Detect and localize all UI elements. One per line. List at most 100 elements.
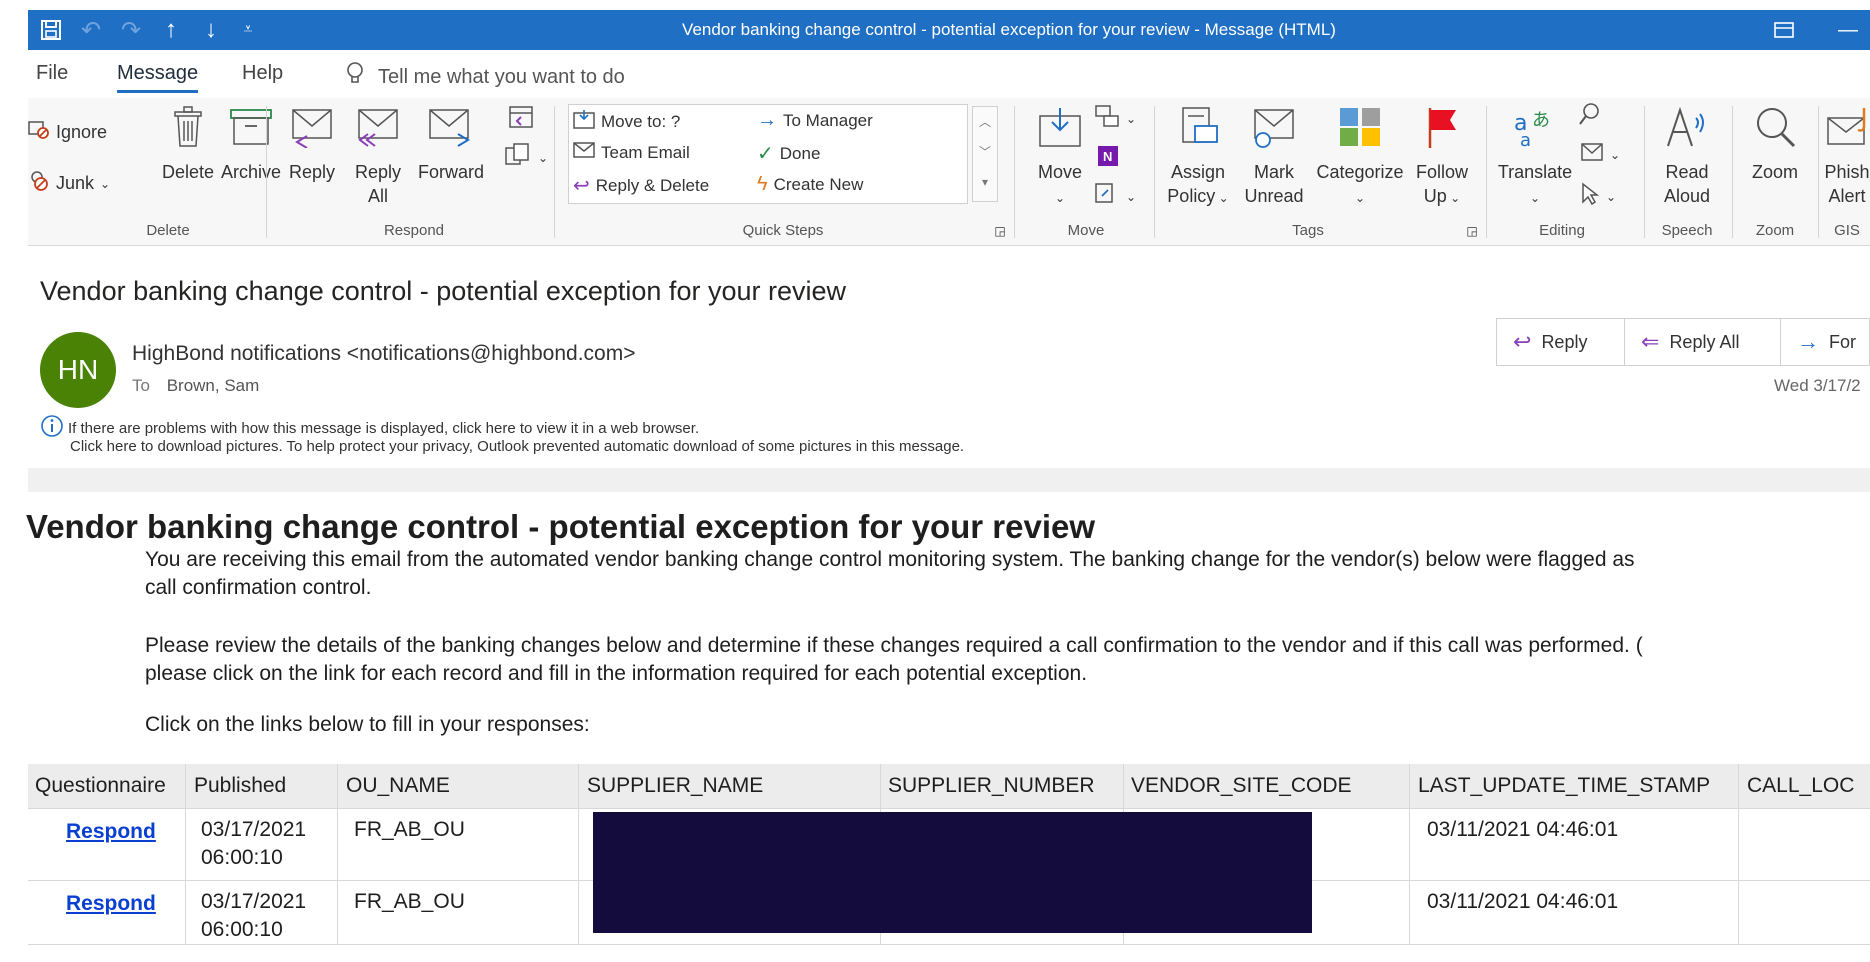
tell-me-search[interactable]: Tell me what you want to do (346, 62, 625, 92)
svg-text:N: N (1103, 149, 1112, 164)
find-button[interactable] (1578, 102, 1602, 131)
restore-ribbon-icon[interactable] (1764, 10, 1804, 50)
related-envelope-icon (1580, 142, 1604, 167)
window-title: Vendor banking change control - potentia… (682, 20, 1336, 39)
forward-button[interactable]: Forward (410, 106, 492, 184)
column-divider (1738, 764, 1739, 944)
avatar[interactable]: HN (40, 332, 116, 408)
respond-link[interactable]: Respond (66, 818, 156, 846)
quick-step-reply-delete[interactable]: ↩ Reply & Delete (573, 173, 709, 198)
tab-message[interactable]: Message (117, 62, 199, 93)
expand-gallery-icon[interactable]: ▾ (973, 167, 997, 197)
archive-button[interactable]: Archive (216, 106, 286, 184)
quick-step-team-email[interactable]: Team Email (573, 141, 690, 164)
tab-file[interactable]: File (36, 62, 68, 85)
column-header: SUPPLIER_NAME (587, 774, 764, 797)
published-cell: 03/17/2021 06:00:10 (201, 818, 307, 869)
onenote-icon: N (1096, 144, 1120, 173)
received-date: Wed 3/17/2 (1774, 376, 1861, 395)
chevron-down-icon: ⌄ (1606, 189, 1617, 204)
ribbon-separator (1644, 106, 1645, 238)
column-header: Published (194, 774, 287, 797)
move-folder-icon (1028, 106, 1092, 154)
minimize-button[interactable]: — (1828, 10, 1868, 50)
chevron-down-icon: ⌄ (1610, 147, 1621, 162)
group-label-tags: Tags (1292, 222, 1324, 239)
header-forward-button[interactable]: → For (1781, 319, 1869, 365)
chevron-down-icon: ⌄ (1529, 191, 1541, 205)
chevron-down-icon: ⌄ (538, 150, 549, 165)
column-header: SUPPLIER_NUMBER (888, 774, 1095, 797)
dialog-launcher-icon[interactable]: ◲ (992, 224, 1008, 238)
header-reply-button[interactable]: ↩ Reply (1497, 319, 1625, 365)
actions-button[interactable]: ⌄ (1094, 182, 1136, 211)
ribbon-separator (1818, 106, 1819, 238)
reply-button[interactable]: Reply (280, 106, 344, 184)
policy-icon (1164, 106, 1232, 154)
recipient-line: To Brown, Sam (132, 376, 259, 396)
body-paragraph-1: You are receiving this email from the au… (145, 548, 1635, 599)
zoom-button[interactable]: Zoom (1742, 106, 1808, 184)
quick-step-to-manager[interactable]: → To Manager (757, 109, 873, 132)
svg-text:a: a (1520, 130, 1531, 148)
published-cell: 03/17/2021 06:00:10 (201, 890, 307, 941)
recipient-name[interactable]: Brown, Sam (167, 376, 260, 395)
meeting-icon[interactable] (504, 102, 538, 136)
group-label-move: Move (1067, 222, 1105, 239)
select-button[interactable]: ⌄ (1580, 182, 1616, 211)
read-aloud-button[interactable]: Read Aloud (1654, 106, 1720, 208)
quick-step-move-to[interactable]: Move to: ? (573, 109, 680, 134)
column-header: LAST_UPDATE_TIME_STAMP (1418, 774, 1711, 797)
chevron-down-icon: ⌄ (1126, 189, 1137, 204)
read-aloud-icon (1654, 106, 1720, 154)
info-text-pictures[interactable]: Click here to download pictures. To help… (70, 438, 964, 455)
junk-button[interactable]: Junk ⌄ (28, 170, 110, 197)
quick-step-done[interactable]: ✓ Done (757, 141, 820, 166)
ribbon-separator (1014, 106, 1015, 238)
reply-all-button[interactable]: Reply All (346, 106, 410, 208)
header-reply-all-button[interactable]: ⇐ Reply All (1625, 319, 1781, 365)
checkmark-icon: ✓ (757, 143, 774, 165)
mark-unread-button[interactable]: Mark Unread (1242, 106, 1306, 208)
ribbon-separator (1486, 106, 1487, 238)
info-bar[interactable]: If there are problems with how this mess… (40, 414, 964, 455)
archive-icon (216, 106, 286, 154)
column-header: Questionnaire (35, 774, 166, 797)
categorize-button[interactable]: Categorize ⌄ (1312, 106, 1408, 210)
more-respond-button[interactable]: ⌄ (504, 142, 548, 173)
quick-step-create-new[interactable]: ϟ Create New (757, 173, 863, 196)
sender-address[interactable]: HighBond notifications <notifications@hi… (132, 342, 635, 366)
rules-icon (1094, 104, 1120, 133)
redacted-block (593, 812, 1312, 933)
phish-alert-button[interactable]: Phish Alert (1824, 106, 1870, 208)
quick-steps-scrollbar[interactable]: ︿ ﹀ ▾ (972, 106, 998, 202)
dialog-launcher-icon[interactable]: ◲ (1464, 224, 1480, 238)
tell-me-text: Tell me what you want to do (378, 65, 625, 88)
lightbulb-icon (346, 62, 364, 92)
chevron-down-icon: ⌄ (1354, 191, 1366, 205)
more-respond-icon (504, 142, 532, 173)
follow-up-button[interactable]: Follow Up ⌄ (1410, 106, 1474, 210)
junk-icon (28, 170, 50, 197)
tab-help[interactable]: Help (242, 62, 283, 85)
column-header: OU_NAME (346, 774, 450, 797)
body-heading: Vendor banking change control - potentia… (26, 508, 1096, 545)
scroll-up-icon[interactable]: ︿ (973, 107, 997, 137)
ribbon-separator (1154, 106, 1155, 238)
rules-button[interactable]: ⌄ (1094, 104, 1136, 133)
move-button[interactable]: Move ⌄ (1028, 106, 1092, 210)
delete-button[interactable]: Delete (156, 106, 220, 184)
group-label-quick-steps: Quick Steps (742, 222, 824, 239)
info-text-browser[interactable]: If there are problems with how this mess… (68, 420, 699, 437)
group-label-gis: GIS (1834, 222, 1860, 239)
ignore-button[interactable]: Ignore (28, 120, 107, 145)
respond-link[interactable]: Respond (66, 890, 156, 918)
reply-icon (280, 106, 344, 154)
related-button[interactable]: ⌄ (1580, 142, 1620, 167)
ou-name-cell: FR_AB_OU (354, 890, 465, 913)
scroll-down-icon[interactable]: ﹀ (973, 137, 997, 167)
group-label-editing: Editing (1539, 222, 1585, 239)
onenote-button[interactable]: N (1096, 144, 1120, 173)
assign-policy-button[interactable]: Assign Policy ⌄ (1164, 106, 1232, 210)
translate-button[interactable]: aあa Translate ⌄ (1496, 106, 1574, 210)
